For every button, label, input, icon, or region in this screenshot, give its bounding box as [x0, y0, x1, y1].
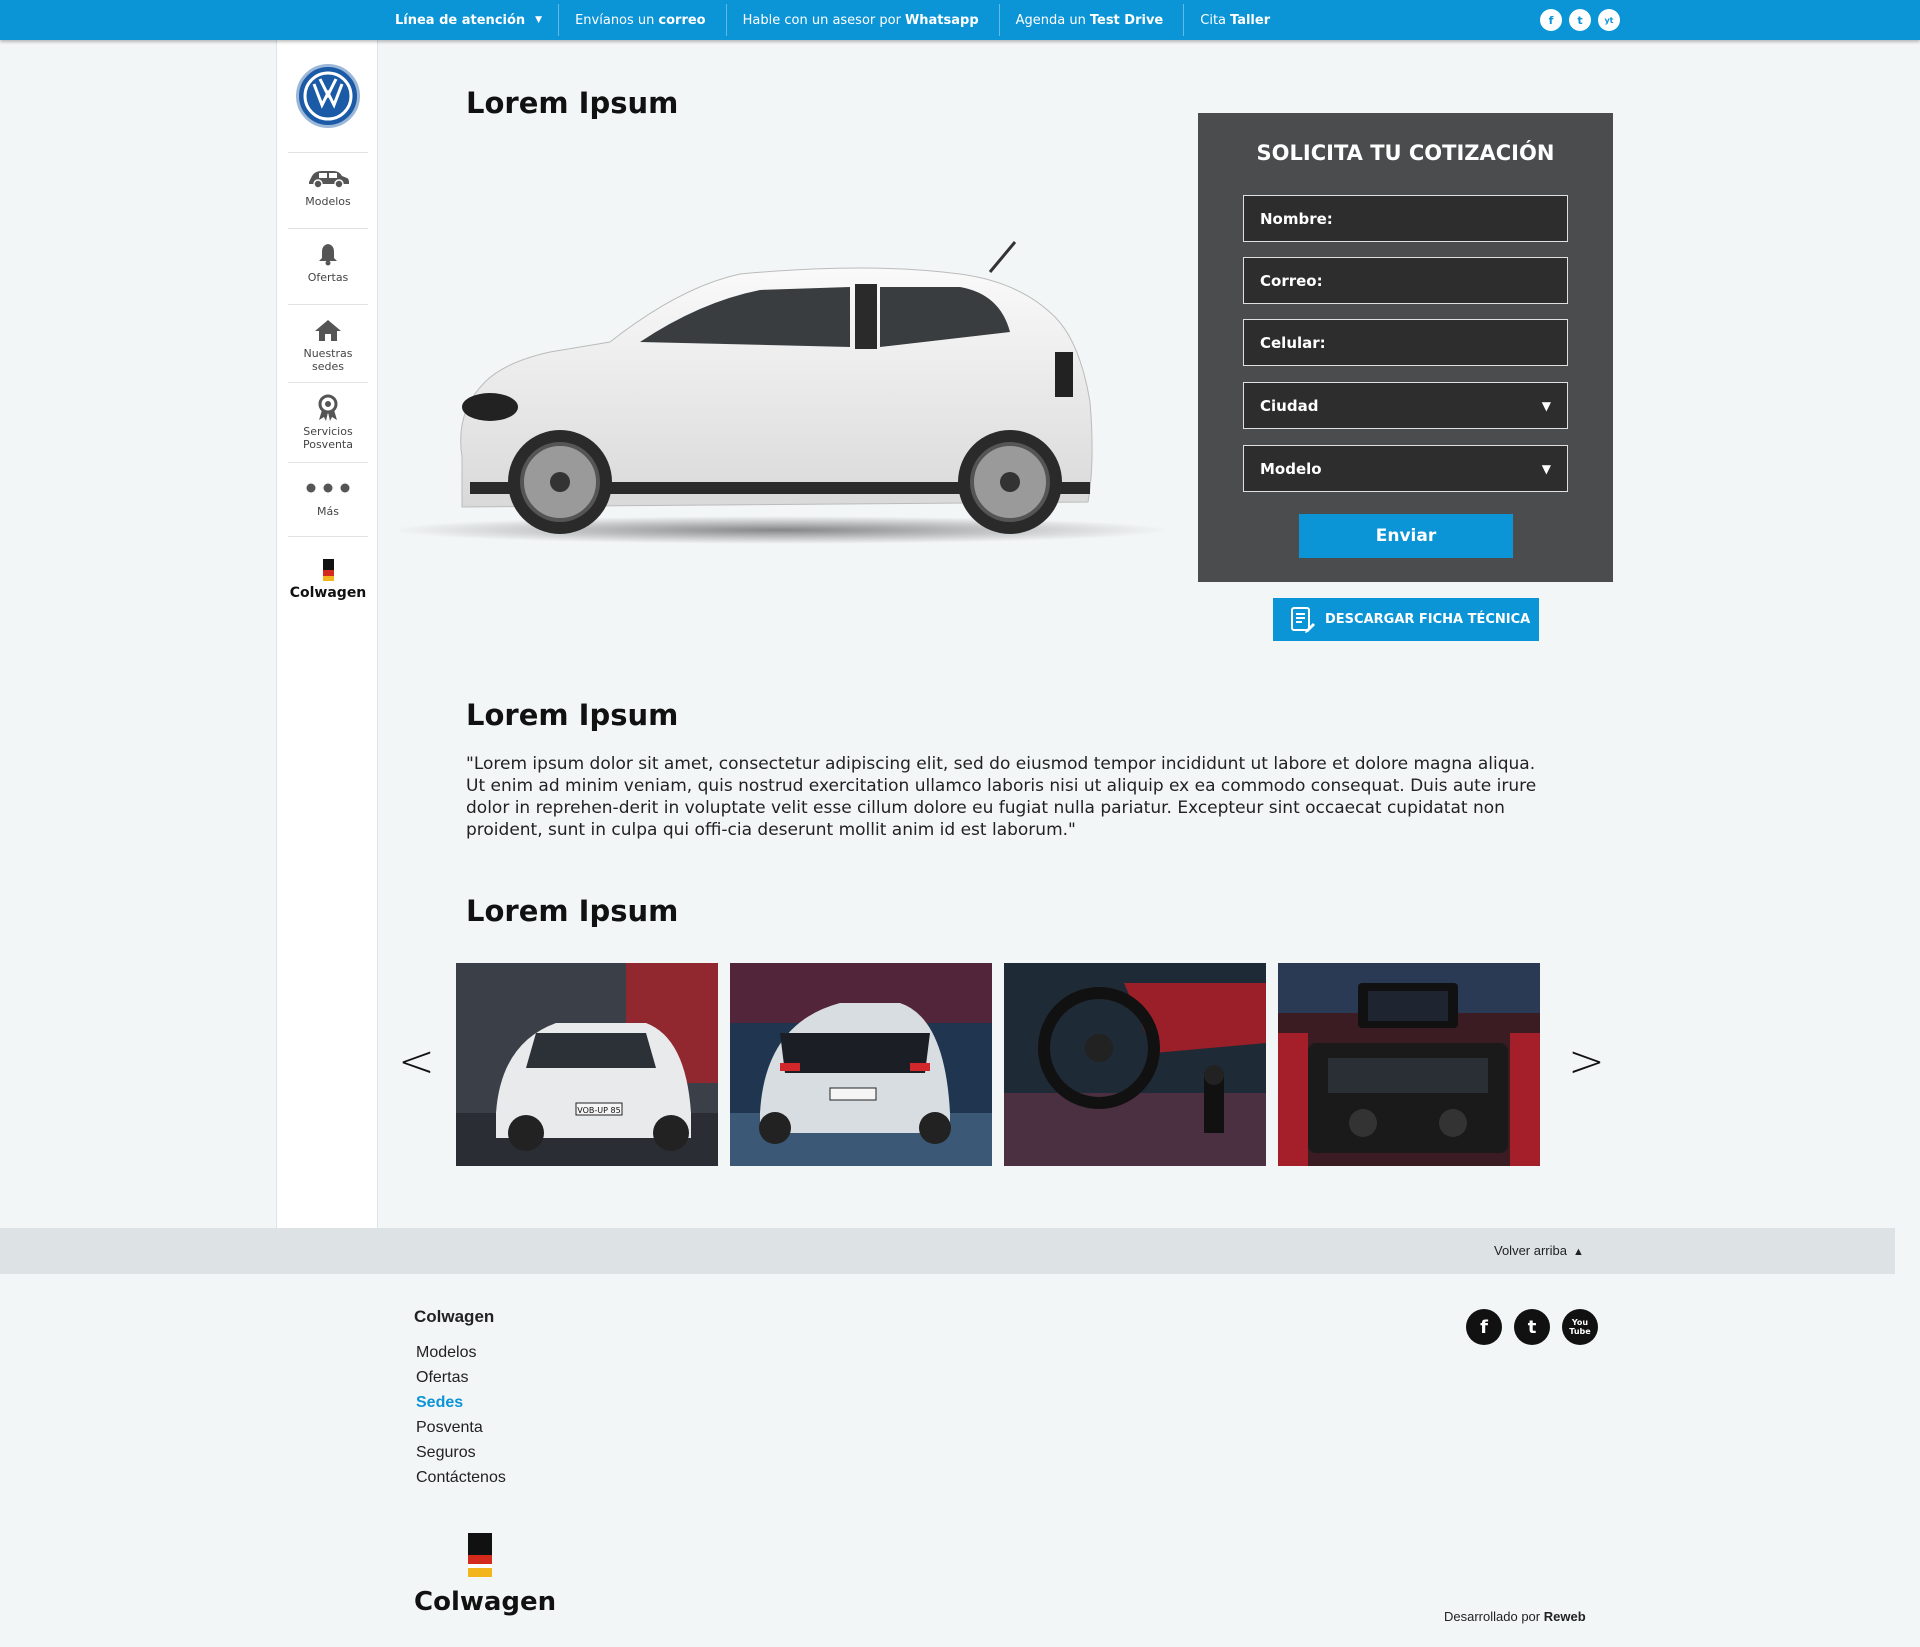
phone-field[interactable]: Celular:	[1243, 319, 1568, 366]
name-field[interactable]: Nombre:	[1243, 195, 1568, 242]
sidebar-item-label: Más	[317, 505, 339, 518]
section-title-2: Lorem Ipsum	[466, 698, 679, 732]
sidebar-item-label: Nuestras sedes	[303, 347, 353, 373]
topnav-email[interactable]: Envíanos un correo	[558, 4, 726, 36]
sidebar-item-label: Servicios Posventa	[302, 425, 353, 451]
car-icon	[288, 161, 368, 195]
sidebar-item-ofertas[interactable]: Ofertas	[288, 228, 368, 304]
youtube-icon[interactable]: yt	[1598, 9, 1620, 31]
topnav-workshop[interactable]: Cita Taller	[1183, 4, 1290, 36]
topnav-hotline-label: Línea de atención	[395, 12, 526, 28]
topnav-hotline[interactable]: Línea de atención ▼	[378, 4, 558, 36]
email-field-label: Correo:	[1260, 271, 1323, 290]
description-paragraph: "Lorem ipsum dolor sit amet, consectetur…	[466, 754, 1537, 840]
chevron-down-icon: ▼	[535, 15, 543, 25]
facebook-icon[interactable]: f	[1540, 9, 1562, 31]
section-title-1: Lorem Ipsum	[466, 86, 679, 120]
sidebar: Modelos Ofertas Nuestras sedes Servicios…	[276, 40, 378, 1228]
phone-field-label: Celular:	[1260, 333, 1326, 352]
top-bar: Línea de atención ▼ Envíanos un correo H…	[0, 0, 1920, 40]
gallery-image-3[interactable]	[1004, 963, 1266, 1166]
model-select[interactable]: Modelo ▼	[1243, 445, 1568, 492]
footer-link-modelos[interactable]: Modelos	[416, 1340, 506, 1365]
top-nav: Línea de atención ▼ Envíanos un correo H…	[378, 0, 1290, 40]
document-edit-icon	[1290, 606, 1316, 638]
chevron-down-icon: ▼	[1541, 461, 1551, 476]
topnav-email-pre: Envíanos un	[575, 12, 655, 28]
topnav-whatsapp-bold: Whatsapp	[904, 12, 979, 28]
bell-icon	[288, 237, 368, 271]
footer-link-sedes[interactable]: Sedes	[416, 1390, 506, 1415]
developer-credit: Desarrollado por Reweb	[1444, 1609, 1586, 1624]
footer-brand-heading: Colwagen	[414, 1307, 495, 1326]
more-dots-icon	[288, 471, 368, 505]
footer-link-contactenos[interactable]: Contáctenos	[416, 1465, 506, 1490]
vw-logo-icon	[303, 71, 353, 121]
city-select[interactable]: Ciudad ▼	[1243, 382, 1568, 429]
home-icon	[288, 313, 368, 347]
sidebar-brand-name: Colwagen	[289, 585, 367, 601]
gallery-prev-button[interactable]: <	[398, 1036, 435, 1087]
footer-colwagen-logo[interactable]: Colwagen	[414, 1533, 556, 1617]
quote-form-panel: SOLICITA TU COTIZACIÓN Nombre: Correo: C…	[1198, 113, 1613, 582]
footer-logo-text: Colwagen	[414, 1587, 557, 1617]
gallery-image-4[interactable]	[1278, 963, 1540, 1166]
footer-link-seguros[interactable]: Seguros	[416, 1440, 506, 1465]
topnav-workshop-bold: Taller	[1230, 12, 1271, 28]
footer-links: Modelos Ofertas Sedes Posventa Seguros C…	[416, 1340, 506, 1490]
chevron-down-icon: ▼	[1541, 398, 1551, 413]
twitter-icon[interactable]: t	[1569, 9, 1591, 31]
top-social-links: f t yt	[1540, 9, 1620, 31]
car-side-image	[390, 232, 1200, 552]
developer-name[interactable]: Reweb	[1544, 1609, 1586, 1624]
sidebar-item-sedes[interactable]: Nuestras sedes	[288, 304, 368, 382]
topnav-test-drive-bold: Test Drive	[1089, 12, 1164, 28]
youtube-icon[interactable]: You Tube	[1562, 1309, 1598, 1345]
sidebar-item-modelos[interactable]: Modelos	[288, 152, 368, 228]
model-select-label: Modelo	[1260, 459, 1322, 478]
topnav-test-drive[interactable]: Agenda un Test Drive	[998, 4, 1184, 36]
topnav-workshop-pre: Cita	[1200, 12, 1227, 28]
colwagen-flag-logo	[322, 559, 334, 581]
gallery-image-2[interactable]	[730, 963, 992, 1166]
gallery-next-button[interactable]: >	[1568, 1036, 1605, 1087]
topnav-whatsapp-pre: Hable con un asesor por	[742, 12, 901, 28]
twitter-icon[interactable]: t	[1514, 1309, 1550, 1345]
download-spec-button[interactable]: DESCARGAR FICHA TÉCNICA	[1273, 598, 1539, 641]
city-select-label: Ciudad	[1260, 396, 1319, 415]
sidebar-item-mas[interactable]: Más	[288, 462, 368, 536]
facebook-icon[interactable]: f	[1466, 1309, 1502, 1345]
sidebar-brand[interactable]: Colwagen	[288, 536, 368, 601]
footer-social-links: f t You Tube	[1466, 1309, 1598, 1345]
license-plate: VOB-UP 85	[577, 1106, 620, 1115]
footer-link-posventa[interactable]: Posventa	[416, 1415, 506, 1440]
back-to-top-link[interactable]: Volver arriba ▲	[1494, 1243, 1584, 1258]
topnav-whatsapp[interactable]: Hable con un asesor por Whatsapp	[725, 4, 999, 36]
gallery-image-1[interactable]: VOB-UP 85	[456, 963, 718, 1166]
vw-logo[interactable]	[296, 64, 360, 128]
sidebar-item-posventa[interactable]: Servicios Posventa	[288, 382, 368, 462]
download-spec-label: DESCARGAR FICHA TÉCNICA	[1325, 612, 1531, 627]
section-title-3: Lorem Ipsum	[466, 894, 679, 928]
quote-form-title: SOLICITA TU COTIZACIÓN	[1256, 141, 1555, 165]
name-field-label: Nombre:	[1260, 209, 1333, 228]
footer-link-ofertas[interactable]: Ofertas	[416, 1365, 506, 1390]
sidebar-item-label: Modelos	[305, 195, 351, 208]
back-to-top-bar: Volver arriba ▲	[0, 1228, 1895, 1274]
award-ribbon-icon	[288, 391, 368, 425]
developer-credit-prefix: Desarrollado por	[1444, 1609, 1541, 1624]
topnav-email-bold: correo	[658, 12, 706, 28]
submit-button[interactable]: Enviar	[1299, 514, 1513, 558]
back-to-top-label: Volver arriba	[1494, 1243, 1567, 1258]
colwagen-flag-logo	[468, 1533, 492, 1578]
topnav-test-drive-pre: Agenda un	[1015, 12, 1086, 28]
email-field[interactable]: Correo:	[1243, 257, 1568, 304]
arrow-up-icon: ▲	[1572, 1246, 1584, 1258]
sidebar-item-label: Ofertas	[307, 271, 349, 284]
